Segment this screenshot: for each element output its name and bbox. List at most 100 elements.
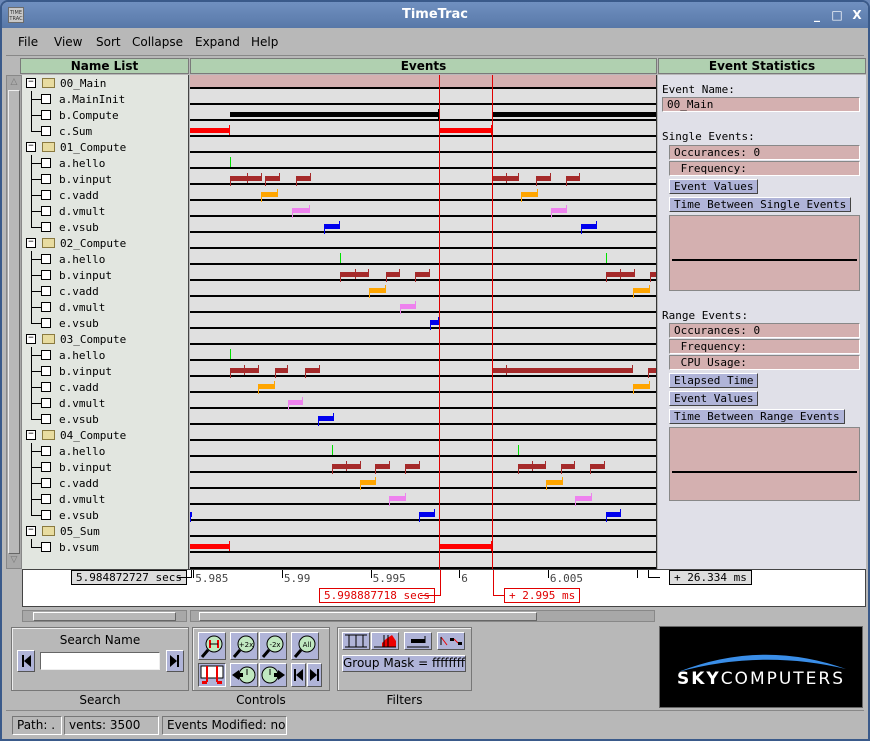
collapse-toggle-icon[interactable]: − bbox=[26, 526, 36, 536]
event-bar-compute[interactable] bbox=[491, 112, 656, 117]
event-bar-vmult[interactable] bbox=[292, 208, 310, 213]
tree-item[interactable]: a.hello bbox=[22, 155, 189, 171]
tree-group[interactable]: − 05_Sum bbox=[22, 523, 189, 539]
event-bar-vadd[interactable] bbox=[632, 384, 650, 389]
tree-item[interactable]: c.Sum bbox=[22, 123, 189, 139]
search-prev-button[interactable] bbox=[17, 650, 35, 672]
event-mark-hello[interactable] bbox=[517, 445, 519, 455]
event-row[interactable] bbox=[190, 185, 656, 201]
event-bar-vinput[interactable] bbox=[491, 368, 633, 373]
maximize-button[interactable]: □ bbox=[830, 8, 844, 22]
cursor-line-b[interactable] bbox=[491, 75, 493, 569]
item-checkbox[interactable] bbox=[41, 302, 51, 312]
scroll-thumb[interactable] bbox=[199, 612, 537, 621]
event-bar-vadd[interactable] bbox=[369, 288, 386, 293]
event-bar-vmult[interactable] bbox=[400, 304, 417, 309]
tree-group[interactable]: − 02_Compute bbox=[22, 235, 189, 251]
event-row[interactable] bbox=[190, 441, 656, 457]
event-row[interactable] bbox=[190, 537, 656, 553]
collapse-toggle-icon[interactable]: − bbox=[26, 238, 36, 248]
item-checkbox[interactable] bbox=[41, 462, 51, 472]
item-checkbox[interactable] bbox=[41, 350, 51, 360]
tree-group[interactable]: − 00_Main bbox=[22, 75, 189, 91]
tree-item[interactable]: e.vsub bbox=[22, 315, 189, 331]
item-checkbox[interactable] bbox=[41, 510, 51, 520]
range-event-values-button[interactable]: Event Values bbox=[669, 391, 759, 406]
event-bar-vinput[interactable] bbox=[375, 464, 390, 469]
time-back-button[interactable] bbox=[230, 663, 258, 687]
name-list-scrollbar[interactable]: △ ▽ bbox=[6, 75, 22, 569]
tree-item[interactable]: b.vinput bbox=[22, 459, 189, 475]
event-bar-vinput[interactable] bbox=[561, 464, 575, 469]
event-mark-hello[interactable] bbox=[230, 157, 232, 167]
close-button[interactable]: X bbox=[850, 8, 864, 22]
event-mark-hello[interactable] bbox=[332, 445, 334, 455]
event-bar-vsub[interactable] bbox=[317, 416, 334, 421]
event-row[interactable] bbox=[190, 153, 656, 169]
item-checkbox[interactable] bbox=[41, 254, 51, 264]
single-event-values-button[interactable]: Event Values bbox=[669, 179, 759, 194]
name-list-hscrollbar[interactable] bbox=[22, 610, 187, 622]
tree-group[interactable]: − 04_Compute bbox=[22, 427, 189, 443]
event-row-selected[interactable] bbox=[190, 75, 656, 89]
cursor-mode-button[interactable] bbox=[198, 663, 226, 687]
event-bar-vadd[interactable] bbox=[258, 384, 275, 389]
event-bar-vinput[interactable] bbox=[648, 368, 656, 373]
event-row[interactable] bbox=[190, 457, 656, 473]
event-row[interactable] bbox=[190, 329, 656, 345]
event-row[interactable] bbox=[190, 409, 656, 425]
tree-item[interactable]: c.vadd bbox=[22, 379, 189, 395]
tree-item[interactable]: a.hello bbox=[22, 347, 189, 363]
event-row[interactable] bbox=[190, 201, 656, 217]
event-bar-vsub[interactable] bbox=[605, 512, 622, 517]
item-checkbox[interactable] bbox=[41, 222, 51, 232]
search-name-input[interactable] bbox=[40, 652, 160, 670]
item-checkbox[interactable] bbox=[41, 206, 51, 216]
collapse-toggle-icon[interactable]: − bbox=[26, 334, 36, 344]
event-bar-vmult[interactable] bbox=[288, 400, 304, 405]
event-row[interactable] bbox=[190, 521, 656, 537]
item-checkbox[interactable] bbox=[41, 174, 51, 184]
menu-help[interactable]: Help bbox=[251, 35, 278, 49]
tree-item[interactable]: a.MainInit bbox=[22, 91, 189, 107]
event-bar-compute[interactable] bbox=[230, 112, 439, 117]
go-last-button[interactable] bbox=[307, 663, 322, 687]
event-mark-hello[interactable] bbox=[230, 349, 232, 359]
time-between-single-events-button[interactable]: Time Between Single Events bbox=[669, 197, 852, 212]
collapse-toggle-icon[interactable]: − bbox=[26, 142, 36, 152]
event-bar-vinput[interactable] bbox=[536, 176, 551, 181]
zoom-selection-button[interactable] bbox=[198, 632, 226, 660]
tree-item[interactable]: b.Compute bbox=[22, 107, 189, 123]
event-bar-vadd[interactable] bbox=[520, 192, 538, 197]
item-checkbox[interactable] bbox=[41, 414, 51, 424]
event-row[interactable] bbox=[190, 297, 656, 313]
tree-item[interactable]: b.vinput bbox=[22, 171, 189, 187]
collapse-toggle-icon[interactable]: − bbox=[26, 78, 36, 88]
tree-item[interactable]: d.vmult bbox=[22, 491, 189, 507]
event-bar-vadd[interactable] bbox=[633, 288, 650, 293]
filter-lines-button[interactable] bbox=[342, 632, 370, 650]
event-row[interactable] bbox=[190, 281, 656, 297]
tree-group[interactable]: − 01_Compute bbox=[22, 139, 189, 155]
event-bar-vinput[interactable] bbox=[566, 176, 581, 181]
menu-expand[interactable]: Expand bbox=[195, 35, 240, 49]
item-checkbox[interactable] bbox=[41, 542, 51, 552]
event-row[interactable] bbox=[190, 89, 656, 105]
tree-item[interactable]: e.vsub bbox=[22, 219, 189, 235]
item-checkbox[interactable] bbox=[41, 270, 51, 280]
event-bar-sum[interactable] bbox=[190, 544, 231, 549]
event-row[interactable] bbox=[190, 121, 656, 137]
event-bar-vsub[interactable] bbox=[419, 512, 435, 517]
event-bar-vadd[interactable] bbox=[546, 480, 563, 485]
scroll-thumb[interactable] bbox=[8, 90, 20, 554]
item-checkbox[interactable] bbox=[41, 398, 51, 408]
event-bar-vmult[interactable] bbox=[389, 496, 406, 501]
event-row[interactable] bbox=[190, 249, 656, 265]
item-checkbox[interactable] bbox=[41, 494, 51, 504]
event-bar-sum[interactable] bbox=[438, 128, 492, 133]
time-forward-button[interactable] bbox=[259, 663, 287, 687]
elapsed-time-button[interactable]: Elapsed Time bbox=[669, 373, 759, 388]
event-row[interactable] bbox=[190, 393, 656, 409]
tree-item[interactable]: c.vadd bbox=[22, 475, 189, 491]
item-checkbox[interactable] bbox=[41, 446, 51, 456]
